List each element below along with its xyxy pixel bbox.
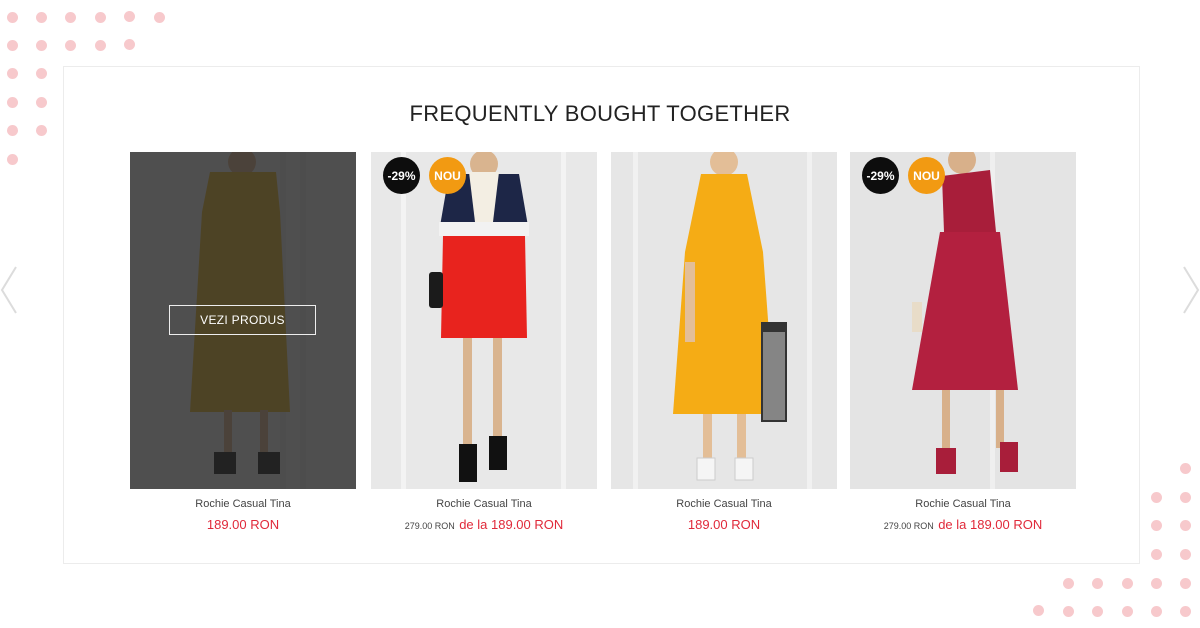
product-card[interactable]: VEZI PRODUS Rochie Casual Tina 189.00 RO… — [130, 152, 356, 534]
discount-badge: -29% — [862, 157, 899, 194]
section-title: FREQUENTLY BOUGHT TOGETHER — [409, 101, 791, 126]
product-name[interactable]: Rochie Casual Tina — [850, 498, 1076, 510]
chevron-left-icon[interactable] — [0, 265, 18, 315]
price-line: 279.00 RON de la 189.00 RON — [850, 516, 1076, 534]
old-price: 279.00 RON — [883, 521, 934, 531]
product-card[interactable]: -29% NOU Rochie Casual Tina 279.00 RON d… — [850, 152, 1076, 534]
new-badge: NOU — [908, 157, 945, 194]
product-image[interactable]: VEZI PRODUS — [130, 152, 356, 489]
price-line: 189.00 RON — [130, 516, 356, 534]
product-name[interactable]: Rochie Casual Tina — [611, 498, 837, 510]
discount-badge: -29% — [383, 157, 420, 194]
view-product-button[interactable]: VEZI PRODUS — [169, 305, 316, 335]
product-card[interactable]: -29% NOU Rochie Casual Tina 279.00 RON d… — [371, 152, 597, 534]
price-line: 189.00 RON — [611, 516, 837, 534]
product-price: de la 189.00 RON — [938, 517, 1043, 532]
product-price: 189.00 RON — [206, 517, 280, 532]
product-price: 189.00 RON — [687, 517, 761, 532]
product-name[interactable]: Rochie Casual Tina — [371, 498, 597, 510]
product-image[interactable]: -29% NOU — [371, 152, 597, 489]
product-price: de la 189.00 RON — [459, 517, 564, 532]
new-badge: NOU — [429, 157, 466, 194]
price-line: 279.00 RON de la 189.00 RON — [371, 516, 597, 534]
product-image[interactable] — [611, 152, 837, 489]
product-image[interactable]: -29% NOU — [850, 152, 1076, 489]
product-name[interactable]: Rochie Casual Tina — [130, 498, 356, 510]
chevron-right-icon[interactable] — [1182, 265, 1200, 315]
old-price: 279.00 RON — [404, 521, 455, 531]
product-card[interactable]: Rochie Casual Tina 189.00 RON — [611, 152, 837, 534]
